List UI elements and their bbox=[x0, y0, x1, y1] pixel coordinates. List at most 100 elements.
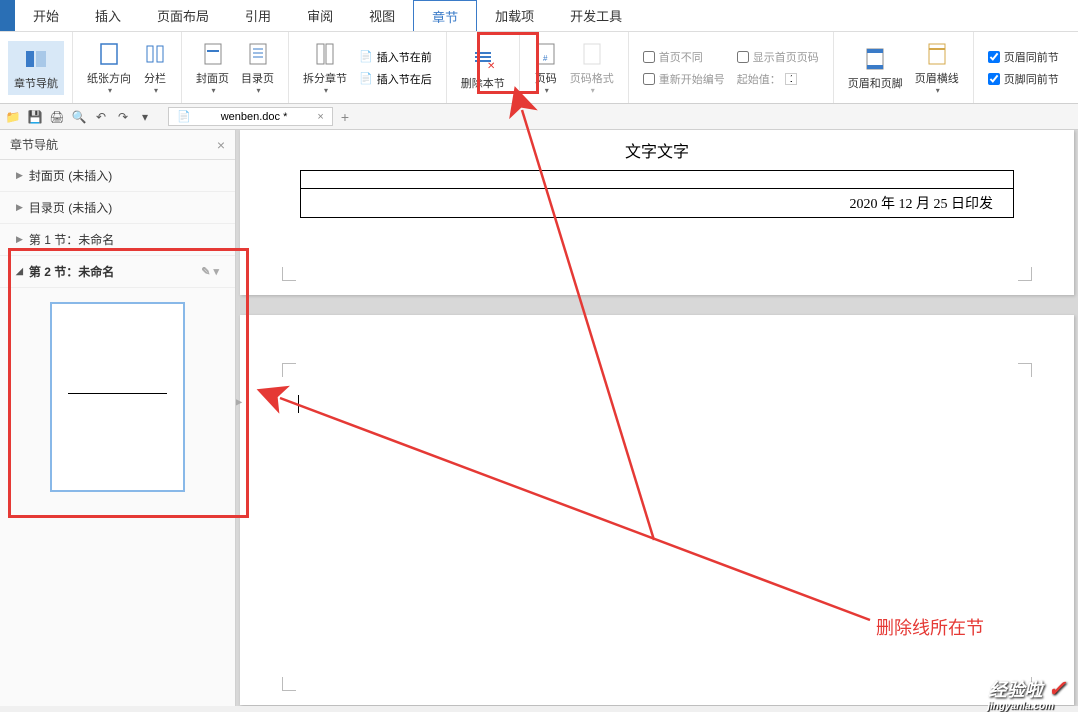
app-corner bbox=[0, 0, 15, 31]
menu-bar: 开始 插入 页面布局 引用 审阅 视图 章节 加载项 开发工具 bbox=[0, 0, 1078, 32]
split-icon bbox=[313, 40, 337, 68]
menu-section[interactable]: 章节 bbox=[413, 0, 477, 31]
header-same-checkbox[interactable]: 页眉同前节 bbox=[988, 49, 1059, 65]
cover-button[interactable]: 封面页▾ bbox=[190, 36, 235, 99]
columns-label: 分栏 bbox=[144, 70, 166, 86]
nav-header: 章节导航 × bbox=[0, 130, 235, 160]
save-icon[interactable]: 💾 bbox=[26, 108, 44, 126]
preview-icon[interactable]: 🔍 bbox=[70, 108, 88, 126]
toc-button[interactable]: 目录页▾ bbox=[235, 36, 280, 99]
svg-text:#: # bbox=[543, 54, 548, 63]
more-icon[interactable]: ▾ bbox=[136, 108, 154, 126]
columns-button[interactable]: 分栏▾ bbox=[137, 36, 173, 99]
header-line-button[interactable]: 页眉横线▾ bbox=[909, 36, 965, 99]
triangle-right-icon: ▶ bbox=[16, 234, 23, 245]
highlight-delete-section bbox=[477, 32, 539, 94]
table-row-date: 2020 年 12 月 25 日印发 bbox=[301, 189, 1013, 217]
split-section-button[interactable]: 拆分章节▾ bbox=[297, 36, 353, 99]
nav-item-cover[interactable]: ▶ 封面页 (未插入) bbox=[0, 160, 235, 192]
chevron-down-icon: ▾ bbox=[154, 86, 158, 95]
page-header: 文字文字 bbox=[240, 130, 1074, 162]
annotation-label: 删除线所在节 bbox=[876, 614, 984, 640]
insert-after-icon: 📄 bbox=[359, 72, 373, 85]
paper-dir-label: 纸张方向 bbox=[87, 70, 131, 86]
corner-marker bbox=[1018, 267, 1032, 281]
chevron-down-icon: ▾ bbox=[108, 86, 112, 95]
paper-direction-button[interactable]: 纸张方向▾ bbox=[81, 36, 137, 99]
document-tab[interactable]: 📄 wenben.doc * × bbox=[168, 107, 333, 126]
chevron-down-icon: ▾ bbox=[256, 86, 260, 95]
watermark-url: jingyanla.com bbox=[987, 701, 1054, 712]
insert-before-icon: 📄 bbox=[359, 50, 373, 63]
insert-after-label: 插入节在后 bbox=[377, 71, 432, 87]
start-input[interactable] bbox=[785, 73, 797, 85]
start-value-field: 起始值： bbox=[737, 71, 819, 87]
menu-reference[interactable]: 引用 bbox=[227, 0, 289, 31]
corner-marker bbox=[1018, 363, 1032, 377]
split-label: 拆分章节 bbox=[303, 70, 347, 86]
chevron-down-icon: ▾ bbox=[545, 86, 549, 95]
add-tab-button[interactable]: + bbox=[341, 109, 349, 125]
columns-icon bbox=[143, 40, 167, 68]
menu-review[interactable]: 审阅 bbox=[289, 0, 351, 31]
ribbon: 章节导航 纸张方向▾ 分栏▾ 封面页▾ 目录页▾ 拆分章节▾ 📄 bbox=[0, 32, 1078, 104]
nav-title: 章节导航 bbox=[10, 136, 58, 153]
triangle-right-icon: ▶ bbox=[16, 170, 23, 181]
start-label: 起始值： bbox=[737, 71, 781, 87]
corner-marker bbox=[282, 363, 296, 377]
pageformat-label: 页码格式 bbox=[570, 70, 614, 86]
chevron-down-icon: ▾ bbox=[324, 86, 328, 95]
doc-icon: 📄 bbox=[177, 110, 191, 123]
cover-icon bbox=[201, 40, 225, 68]
chevron-down-icon: ▾ bbox=[936, 86, 940, 95]
text-cursor bbox=[298, 395, 299, 413]
nav-icon bbox=[24, 45, 48, 73]
header-footer-icon bbox=[863, 45, 887, 73]
undo-icon[interactable]: ↶ bbox=[92, 108, 110, 126]
pageformat-icon bbox=[580, 40, 604, 68]
header-footer-label: 页眉和页脚 bbox=[848, 75, 903, 91]
check-icon: ✓ bbox=[1048, 676, 1066, 701]
header-line-icon bbox=[925, 40, 949, 68]
section-nav-button[interactable]: 章节导航 bbox=[8, 41, 64, 95]
toc-icon bbox=[246, 40, 270, 68]
cover-label: 封面页 bbox=[196, 70, 229, 86]
first-diff-checkbox[interactable]: 首页不同 bbox=[643, 49, 725, 65]
menu-addins[interactable]: 加载项 bbox=[477, 0, 552, 31]
watermark: 经验啦 ✓ jingyanla.com bbox=[989, 676, 1066, 702]
show-first-checkbox[interactable]: 显示首页页码 bbox=[737, 49, 819, 65]
chevron-down-icon: ▾ bbox=[211, 86, 215, 95]
nav-item-label: 目录页 (未插入) bbox=[29, 199, 112, 216]
folder-icon[interactable]: 📁 bbox=[4, 108, 22, 126]
header-line-label: 页眉横线 bbox=[915, 70, 959, 86]
print-icon[interactable]: 🖨 bbox=[48, 108, 66, 126]
menu-view[interactable]: 视图 bbox=[351, 0, 413, 31]
nav-item-toc[interactable]: ▶ 目录页 (未插入) bbox=[0, 192, 235, 224]
insert-before-button[interactable]: 📄 插入节在前 bbox=[359, 49, 432, 65]
close-tab-icon[interactable]: × bbox=[317, 111, 323, 123]
chevron-down-icon: ▾ bbox=[591, 86, 595, 95]
doc-name: wenben.doc * bbox=[221, 111, 288, 123]
page-1: 文字文字 2020 年 12 月 25 日印发 bbox=[240, 130, 1074, 295]
footer-same-checkbox[interactable]: 页脚同前节 bbox=[988, 71, 1059, 87]
page-2: ▤▸ bbox=[240, 315, 1074, 705]
page-table: 2020 年 12 月 25 日印发 bbox=[300, 170, 1014, 218]
corner-marker bbox=[282, 267, 296, 281]
restart-checkbox[interactable]: 重新开始编号 bbox=[643, 71, 725, 87]
header-footer-button[interactable]: 页眉和页脚 bbox=[842, 41, 909, 95]
nav-close-icon[interactable]: × bbox=[217, 137, 225, 153]
menu-devtools[interactable]: 开发工具 bbox=[552, 0, 640, 31]
nav-label: 章节导航 bbox=[14, 75, 58, 91]
insert-before-label: 插入节在前 bbox=[377, 49, 432, 65]
menu-insert[interactable]: 插入 bbox=[77, 0, 139, 31]
table-row-empty bbox=[301, 171, 1013, 189]
menu-layout[interactable]: 页面布局 bbox=[139, 0, 227, 31]
toc-label: 目录页 bbox=[241, 70, 274, 86]
redo-icon[interactable]: ↷ bbox=[114, 108, 132, 126]
menu-start[interactable]: 开始 bbox=[15, 0, 77, 31]
nav-item-label: 第 1 节：未命名 bbox=[29, 231, 114, 248]
insert-after-button[interactable]: 📄 插入节在后 bbox=[359, 71, 432, 87]
page-format-button[interactable]: 页码格式▾ bbox=[564, 36, 620, 99]
quick-access-toolbar: 📁 💾 🖨 🔍 ↶ ↷ ▾ 📄 wenben.doc * × + bbox=[0, 104, 1078, 130]
nav-item-label: 封面页 (未插入) bbox=[29, 167, 112, 184]
